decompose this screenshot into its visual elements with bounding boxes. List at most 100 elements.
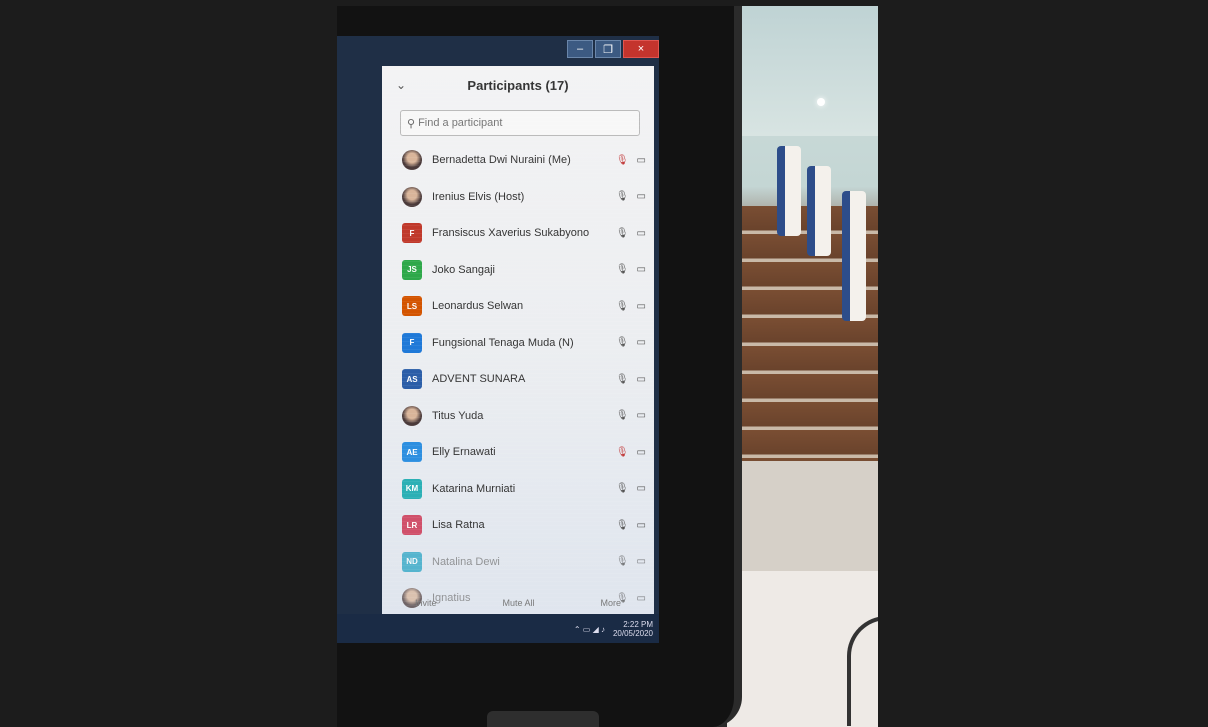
avatar: LR (402, 515, 422, 536)
participant-row[interactable]: AE Elly Ernawati 🎙 ▭ (382, 434, 654, 471)
panel-footer: Invite Mute All More (382, 590, 654, 616)
participant-status-icons: 🎙▭ (616, 155, 646, 166)
participants-panel: ⌄ Participants (17) ⚲ Bernadetta Dwi Nur… (382, 66, 654, 643)
clock-date: 20/05/2020 (612, 629, 653, 638)
avatar: KM (402, 478, 422, 499)
window-controls: – ❐ × (564, 40, 659, 62)
avatar: AE (402, 442, 422, 463)
video-icon[interactable]: ▭ (637, 374, 646, 385)
panel-header: ⌄ Participants (17) (382, 66, 654, 104)
avatar: LS (402, 296, 422, 317)
taskbar-clock[interactable]: 2:22 PM 20/05/2020 (613, 620, 653, 638)
mic-icon[interactable]: 🎙 (616, 228, 629, 239)
laptop-hinge (487, 711, 599, 727)
minimize-button[interactable]: – (567, 40, 593, 58)
participant-row[interactable]: F Fransiscus Xaverius Sukabyono 🎙 ▭ (382, 215, 654, 252)
video-icon[interactable]: ▭ (637, 337, 646, 348)
video-icon[interactable]: ▭ (637, 410, 646, 421)
participant-status-icons: 🎙▭ (616, 483, 646, 494)
participant-status-icons: 🎙▭ (616, 337, 646, 348)
video-icon[interactable]: ▭ (637, 483, 646, 494)
video-icon[interactable]: ▭ (637, 155, 646, 166)
mic-icon[interactable]: 🎙 (616, 520, 629, 531)
mic-icon[interactable]: 🎙 (616, 264, 629, 275)
video-icon[interactable]: ▭ (637, 520, 646, 531)
clock-time: 2:22 PM (623, 620, 653, 629)
participant-row[interactable]: KM Katarina Murniati 🎙 ▭ (382, 471, 654, 508)
participant-status-icons: 🎙▭ (616, 301, 646, 312)
participant-status-icons: 🎙▭ (616, 264, 646, 275)
mic-icon[interactable]: 🎙 (616, 556, 629, 567)
panel-title: Participants (17) (467, 77, 569, 93)
avatar: ND (402, 551, 422, 572)
participant-row[interactable]: LS Leonardus Selwan 🎙 ▭ (382, 288, 654, 325)
participant-row[interactable]: Titus Yuda 🎙 ▭ (382, 398, 654, 435)
avatar (402, 405, 422, 426)
mic-icon[interactable]: 🎙 (616, 337, 629, 348)
participant-name: Leonardus Selwan (432, 300, 524, 313)
video-icon[interactable]: ▭ (637, 301, 646, 312)
participant-name: Natalina Dewi (432, 555, 500, 568)
participant-name: Bernadetta Dwi Nuraini (Me) (432, 154, 571, 167)
more-button[interactable]: More (600, 598, 621, 608)
video-icon[interactable]: ▭ (637, 191, 646, 202)
avatar: AS (402, 369, 422, 390)
avatar: JS (402, 259, 422, 280)
participant-status-icons: 🎙▭ (616, 520, 646, 531)
avatar (402, 186, 422, 207)
avatar: F (402, 223, 422, 244)
auditorium-seat (807, 166, 831, 256)
participant-row[interactable]: Bernadetta Dwi Nuraini (Me) 🎙 ▭ (382, 142, 654, 179)
mute-all-button[interactable]: Mute All (502, 598, 534, 608)
participant-name: Joko Sangaji (432, 263, 495, 276)
participant-row[interactable]: F Fungsional Tenaga Muda (N) 🎙 ▭ (382, 325, 654, 362)
participant-name: Lisa Ratna (432, 519, 485, 532)
participant-name: Titus Yuda (432, 409, 484, 422)
restore-button[interactable]: ❐ (595, 40, 621, 58)
participant-status-icons: 🎙▭ (616, 556, 646, 567)
auditorium-seat (842, 191, 866, 321)
close-button[interactable]: × (623, 40, 659, 58)
participant-status-icons: 🎙▭ (616, 374, 646, 385)
chevron-down-icon[interactable]: ⌄ (396, 78, 406, 92)
participant-status-icons: 🎙▭ (616, 228, 646, 239)
video-icon[interactable]: ▭ (637, 556, 646, 567)
mic-muted-icon[interactable]: 🎙 (616, 447, 629, 458)
participant-name: Fungsional Tenaga Muda (N) (432, 336, 574, 349)
participant-row[interactable]: AS ADVENT SUNARA 🎙 ▭ (382, 361, 654, 398)
participant-status-icons: 🎙▭ (616, 447, 646, 458)
photograph: – ❐ × ⌄ Participants (17) ⚲ Bernadetta D… (337, 6, 878, 727)
video-icon[interactable]: ▭ (637, 228, 646, 239)
mic-icon[interactable]: 🎙 (616, 191, 629, 202)
mic-icon[interactable]: 🎙 (616, 374, 629, 385)
mic-icon[interactable]: 🎙 (616, 410, 629, 421)
auditorium-seat (777, 146, 801, 236)
search-field[interactable]: ⚲ (400, 110, 640, 136)
participant-status-icons: 🎙▭ (616, 191, 646, 202)
participant-name: ADVENT SUNARA (432, 373, 526, 386)
participant-row[interactable]: ND Natalina Dewi 🎙 ▭ (382, 544, 654, 581)
search-icon: ⚲ (407, 117, 416, 130)
tray-icons[interactable]: ⌃ ▭ ◢ ♪ (574, 625, 605, 634)
participant-row[interactable]: Irenius Elvis (Host) 🎙 ▭ (382, 179, 654, 216)
participant-name: Katarina Murniati (432, 482, 516, 495)
mic-icon[interactable]: 🎙 (616, 301, 629, 312)
ceiling (737, 6, 878, 136)
avatar (402, 150, 422, 171)
participant-name: Irenius Elvis (Host) (432, 190, 525, 203)
invite-button[interactable]: Invite (415, 598, 437, 608)
video-icon[interactable]: ▭ (637, 264, 646, 275)
search-input[interactable] (418, 117, 599, 129)
mic-icon[interactable]: 🎙 (616, 483, 629, 494)
participant-name: Fransiscus Xaverius Sukabyono (432, 227, 590, 240)
taskbar: ⌃ ▭ ◢ ♪ 2:22 PM 20/05/2020 (337, 614, 659, 643)
participant-row[interactable]: LR Lisa Ratna 🎙 ▭ (382, 507, 654, 544)
mic-muted-icon[interactable]: 🎙 (616, 155, 629, 166)
laptop-bezel: – ❐ × ⌄ Participants (17) ⚲ Bernadetta D… (337, 6, 742, 727)
floor (737, 461, 878, 586)
video-icon[interactable]: ▭ (637, 447, 646, 458)
background-room (727, 6, 878, 727)
ceiling-light (817, 98, 825, 106)
participant-row[interactable]: JS Joko Sangaji 🎙 ▭ (382, 252, 654, 289)
participant-status-icons: 🎙▭ (616, 410, 646, 421)
